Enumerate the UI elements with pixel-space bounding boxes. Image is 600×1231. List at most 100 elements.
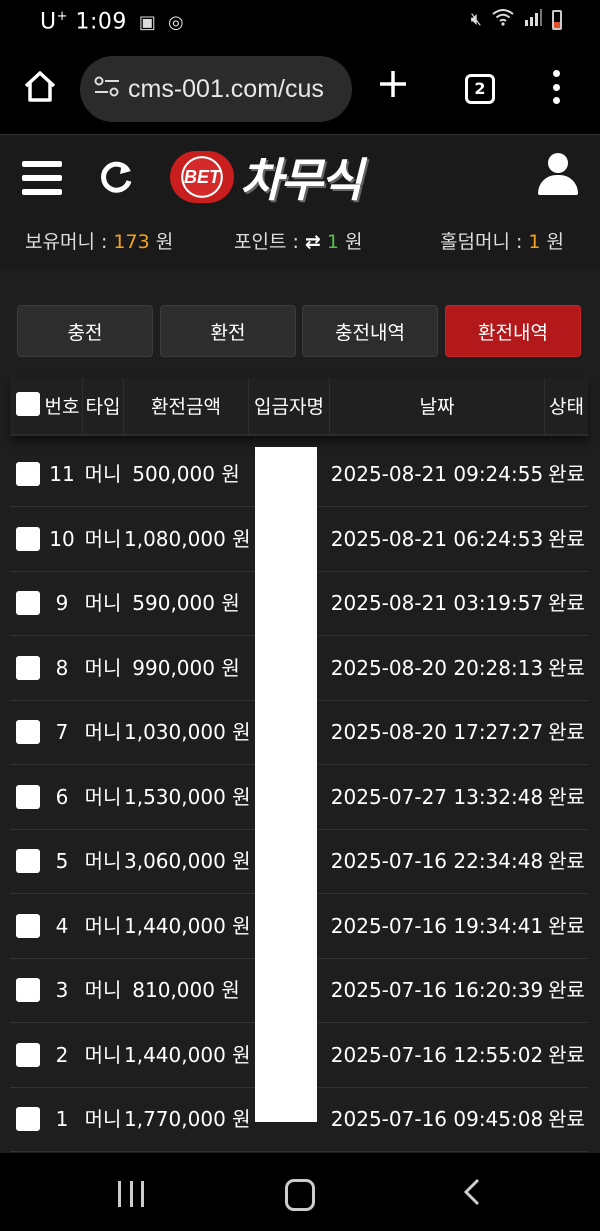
home-icon[interactable]	[20, 66, 60, 106]
row-checkbox[interactable]	[16, 849, 40, 873]
back-icon[interactable]	[462, 1177, 482, 1213]
tab-deposit-history[interactable]: 충전내역	[302, 305, 438, 357]
cell-date: 2025-07-16 09:45:08	[330, 1107, 544, 1131]
cell-status: 완료	[548, 591, 585, 615]
cell-no: 6	[55, 784, 69, 809]
cell-amount: 990,000 원	[132, 655, 240, 680]
select-all-checkbox[interactable]	[16, 392, 40, 416]
cell-type: 머니	[84, 978, 122, 1002]
cell-date: 2025-07-16 22:34:48	[330, 849, 544, 873]
row-checkbox[interactable]	[16, 1042, 40, 1067]
row-checkbox[interactable]	[16, 784, 40, 809]
row-checkbox[interactable]	[16, 1107, 40, 1131]
cell-status: 완료	[548, 1042, 585, 1067]
refresh-icon[interactable]	[98, 159, 134, 202]
header-amount: 환전금액	[124, 378, 249, 434]
cell-date: 2025-07-16 19:34:41	[330, 913, 544, 938]
header-type: 타입	[83, 378, 124, 434]
cell-amount: 1,440,000 원	[124, 913, 251, 938]
home-button-icon[interactable]	[285, 1179, 315, 1211]
row-checkbox[interactable]	[16, 591, 40, 615]
row-checkbox[interactable]	[16, 913, 40, 938]
new-tab-icon[interactable]	[378, 66, 408, 106]
cell-date: 2025-07-27 13:32:48	[330, 784, 544, 809]
cell-amount: 1,080,000 원	[124, 526, 251, 551]
cell-status: 완료	[548, 526, 585, 551]
address-bar[interactable]: cms-001.com/cus	[80, 56, 352, 122]
system-nav-bar	[0, 1153, 600, 1231]
row-checkbox[interactable]	[16, 720, 40, 744]
row-checkbox[interactable]	[16, 526, 40, 551]
cell-type: 머니	[84, 784, 122, 809]
battery-icon	[552, 9, 562, 30]
balance-bar: 보유머니 : 173 원 포인트 : ⇄ 1 원 홀덤머니 : 1 원	[0, 227, 600, 257]
image-icon: ▣	[138, 11, 156, 33]
sync-icon: ◎	[167, 11, 184, 33]
site-logo[interactable]: BET 차무식	[170, 145, 363, 209]
cell-date: 2025-08-21 09:24:55	[330, 462, 544, 486]
row-checkbox[interactable]	[16, 462, 40, 486]
cell-date: 2025-08-21 03:19:57	[330, 591, 544, 615]
cell-status: 완료	[548, 913, 585, 938]
cell-status: 완료	[548, 655, 585, 680]
tab-bar: 충전 환전 충전내역 환전내역	[0, 305, 600, 359]
redacted-depositor-names	[255, 447, 317, 1122]
mute-icon: 🔇︎	[470, 9, 482, 30]
site-header: BET 차무식 보유머니 : 173 원 포인트 : ⇄ 1 원 홀덤머니 : …	[0, 134, 600, 269]
header-date: 날짜	[330, 378, 545, 434]
cell-amount: 1,030,000 원	[124, 720, 251, 744]
row-checkbox[interactable]	[16, 978, 40, 1002]
cell-amount: 500,000 원	[132, 462, 240, 486]
logo-name: 차무식	[240, 153, 363, 207]
cell-type: 머니	[84, 591, 122, 615]
signal-icon	[524, 8, 542, 31]
holdem-balance: 홀덤머니 : 1 원	[440, 231, 565, 253]
cell-no: 11	[49, 462, 75, 486]
cell-date: 2025-08-20 17:27:27	[330, 720, 544, 744]
row-checkbox[interactable]	[16, 655, 40, 680]
cell-amount: 1,440,000 원	[124, 1042, 251, 1067]
money-balance: 보유머니 : 173 원	[25, 231, 174, 253]
browser-toolbar: cms-001.com/cus 2	[0, 44, 600, 134]
cell-no: 2	[55, 1042, 69, 1067]
cell-type: 머니	[84, 655, 122, 680]
cell-type: 머니	[84, 849, 122, 873]
more-menu-icon[interactable]	[552, 70, 560, 104]
cell-type: 머니	[84, 526, 122, 551]
cell-no: 4	[55, 913, 69, 938]
cell-status: 완료	[548, 720, 585, 744]
user-icon[interactable]	[538, 153, 578, 197]
tabs-icon[interactable]: 2	[465, 74, 495, 104]
swap-icon: ⇄	[304, 231, 321, 253]
cell-amount: 3,060,000 원	[124, 849, 251, 873]
header-depositor: 입금자명	[249, 378, 330, 434]
tab-deposit[interactable]: 충전	[17, 305, 153, 357]
header-no: 번호	[42, 378, 83, 434]
cell-status: 완료	[548, 462, 585, 486]
cell-type: 머니	[84, 720, 122, 744]
cell-no: 7	[55, 720, 69, 744]
cell-no: 10	[49, 526, 75, 551]
recent-apps-icon[interactable]	[118, 1181, 144, 1207]
tab-withdraw-history[interactable]: 환전내역	[445, 305, 581, 357]
cell-type: 머니	[84, 913, 122, 938]
site-settings-icon[interactable]	[94, 76, 120, 103]
cell-no: 3	[55, 978, 69, 1002]
cell-type: 머니	[84, 1042, 122, 1067]
tab-withdraw[interactable]: 환전	[160, 305, 296, 357]
cell-no: 9	[55, 591, 69, 615]
cell-date: 2025-07-16 16:20:39	[330, 978, 544, 1002]
cell-date: 2025-08-20 20:28:13	[330, 655, 544, 680]
cell-status: 완료	[548, 978, 585, 1002]
url-text[interactable]: cms-001.com/cus	[128, 75, 324, 104]
point-balance: 포인트 : ⇄ 1 원	[234, 231, 363, 253]
cell-status: 완료	[548, 784, 585, 809]
header-status: 상태	[549, 396, 584, 418]
cell-type: 머니	[84, 462, 122, 486]
wifi-icon	[492, 8, 514, 31]
hamburger-menu-icon[interactable]	[22, 161, 62, 195]
cell-no: 8	[55, 655, 69, 680]
cell-status: 완료	[548, 849, 585, 873]
cell-date: 2025-07-16 12:55:02	[330, 1042, 544, 1067]
cell-no: 1	[55, 1107, 69, 1131]
